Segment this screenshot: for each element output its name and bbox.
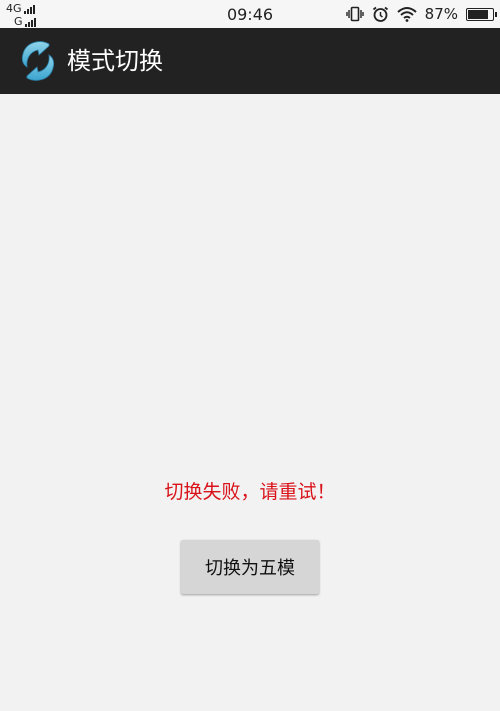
main-content: 切换失败，请重试！ 切换为五模 <box>0 94 500 711</box>
wifi-icon <box>396 7 417 22</box>
app-title: 模式切换 <box>67 47 163 75</box>
status-icons: 87% <box>345 4 497 24</box>
battery-icon <box>466 7 497 21</box>
switch-mode-button[interactable]: 切换为五模 <box>181 540 319 594</box>
battery-percent: 87% <box>424 5 458 23</box>
battery-level-fill <box>468 9 488 19</box>
error-message: 切换失败，请重试！ <box>164 481 336 503</box>
app-bar: 模式切换 <box>0 28 500 94</box>
vibrate-icon <box>345 6 364 22</box>
alarm-icon <box>372 6 388 22</box>
status-bar: 4G G 09:46 87% <box>0 0 500 28</box>
sync-arrows-icon <box>21 41 55 81</box>
